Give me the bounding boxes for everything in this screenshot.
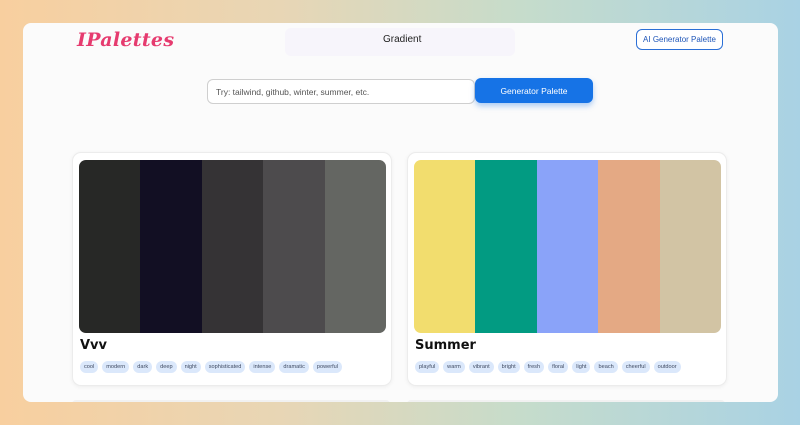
color-swatch[interactable] [475,160,537,333]
color-swatch[interactable] [201,160,264,333]
tag[interactable]: powerful [312,361,343,373]
palette-card-vvv[interactable]: Vvv cool modern dark deep night sophisti… [72,152,392,386]
tag[interactable]: dark [133,361,153,373]
color-swatch[interactable] [598,160,660,333]
palette-title: Vvv [80,338,108,353]
color-swatch[interactable] [263,160,325,333]
color-swatch[interactable] [659,160,721,333]
tag[interactable]: cheerful [621,361,650,373]
tag-list: playful warm vibrant bright fresh floral… [415,361,681,373]
nav-link-gradient[interactable]: Gradient [383,34,421,45]
tag[interactable]: deep [156,361,177,373]
color-swatch[interactable] [536,160,599,333]
color-swatch[interactable] [324,160,386,333]
tag[interactable]: cool [80,361,99,373]
tag[interactable]: modern [102,361,130,373]
next-card-edge [407,400,725,402]
ai-generator-button[interactable]: AI Generator Palette [636,29,723,50]
color-swatch[interactable] [414,160,476,333]
generator-palette-button[interactable]: Generator Palette [475,78,593,103]
color-swatch[interactable] [140,160,202,333]
tag[interactable]: light [572,361,591,373]
tag[interactable]: beach [594,361,618,373]
tag[interactable]: bright [497,361,520,373]
next-card-edge [72,400,390,402]
palette-title: Summer [415,338,476,353]
palette-swatches[interactable] [79,160,386,333]
tag[interactable]: floral [548,361,569,373]
tag[interactable]: playful [415,361,440,373]
tag[interactable]: intense [249,361,276,373]
app-window: IPalettes Gradient AI Generator Palette … [23,23,778,402]
tag[interactable]: night [180,361,201,373]
tag[interactable]: warm [443,361,465,373]
logo[interactable]: IPalettes [77,29,174,51]
tag-list: cool modern dark deep night sophisticate… [80,361,343,373]
palette-card-summer[interactable]: Summer playful warm vibrant bright fresh… [407,152,727,386]
tag[interactable]: outdoor [653,361,681,373]
tag[interactable]: fresh [523,361,545,373]
color-swatch[interactable] [79,160,141,333]
palette-swatches[interactable] [414,160,721,333]
tag[interactable]: vibrant [468,361,494,373]
tag[interactable]: sophisticated [204,361,246,373]
tag[interactable]: dramatic [279,361,309,373]
search-input[interactable] [207,79,475,104]
